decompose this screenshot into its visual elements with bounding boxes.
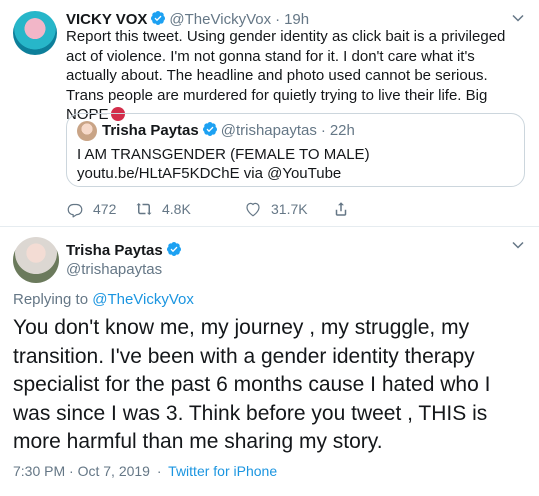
heart-icon (246, 202, 260, 217)
dot-separator: · (275, 11, 281, 28)
avatar[interactable] (13, 237, 59, 283)
tweet-meta: 7:30 PM · Oct 7, 2019 · Twitter for iPho… (13, 463, 277, 479)
author-name-row: Trisha Paytas (66, 241, 185, 261)
verified-badge-icon (166, 241, 182, 261)
client-link[interactable]: Twitter for iPhone (168, 463, 277, 479)
dot-separator: · (320, 122, 326, 139)
like-button[interactable]: 31.7K (244, 200, 308, 218)
quoted-author-name: Trisha Paytas (102, 122, 199, 139)
retweet-button[interactable]: 4.8K (135, 200, 191, 218)
replying-prefix: Replying to (13, 291, 89, 308)
retweet-icon (136, 203, 152, 215)
reply-count: 472 (93, 201, 117, 217)
like-count: 31.7K (271, 201, 308, 217)
author-handle[interactable]: @TheVickyVox (169, 11, 271, 28)
verified-badge-icon (202, 121, 218, 141)
quoted-author-handle: @trishapaytas (220, 122, 317, 139)
reply-button[interactable]: 472 (66, 200, 116, 218)
tweet-text: You don't know me, my journey , my strug… (13, 316, 491, 453)
tweet-text-content: Report this tweet. Using gender identity… (66, 28, 506, 123)
author-handle[interactable]: @trishapaytas (66, 261, 162, 278)
share-icon (335, 202, 347, 216)
quoted-tweet-text: I AM TRANSGENDER (FEMALE TO MALE) youtu.… (77, 146, 370, 182)
dot-separator: · (156, 463, 162, 479)
tweet-time[interactable]: 19h (284, 11, 309, 28)
chevron-down-icon[interactable] (512, 241, 524, 249)
replying-to-link[interactable]: @TheVickyVox (92, 291, 194, 308)
author-name[interactable]: Trisha Paytas (66, 242, 163, 259)
replying-to: Replying to @TheVickyVox (13, 291, 194, 308)
avatar[interactable] (13, 11, 57, 55)
share-button[interactable] (332, 200, 359, 218)
tweet-timestamp[interactable]: 7:30 PM · Oct 7, 2019 (13, 463, 150, 479)
chevron-down-icon[interactable] (512, 14, 524, 22)
tweet-text: Report this tweet. Using gender identity… (66, 27, 528, 125)
author-name[interactable]: VICKY VOX (66, 11, 147, 28)
original-tweet[interactable]: VICKY VOX @TheVickyVox · 19h Report this tw… (0, 0, 539, 227)
quoted-avatar (77, 121, 97, 141)
quoted-time: 22h (329, 122, 355, 139)
retweet-count: 4.8K (162, 201, 191, 217)
reply-icon (67, 203, 83, 218)
quoted-tweet-header: Trisha Paytas @trishapaytas · 22h (102, 121, 355, 141)
